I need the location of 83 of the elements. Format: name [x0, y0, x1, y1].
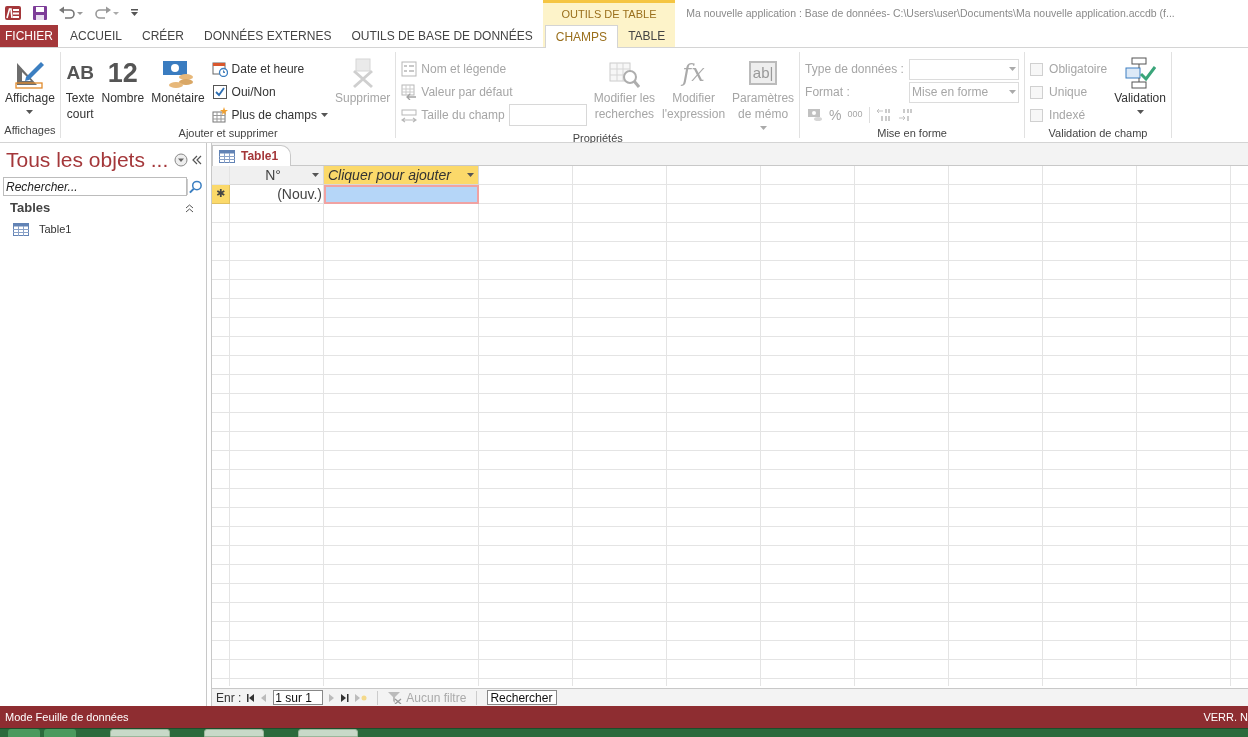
checkbox-tick-icon [211, 84, 228, 100]
collapse-pane-icon[interactable] [192, 155, 202, 165]
group-label: Mise en forme [876, 126, 948, 141]
search-field[interactable]: Rechercher... [3, 177, 187, 196]
section-header[interactable]: Tables [0, 197, 206, 219]
table-icon [219, 149, 235, 163]
taskbar-button[interactable] [110, 729, 170, 737]
ribbon-button[interactable]: 12 Nombre [98, 54, 148, 106]
group-label: Ajouter et supprimer [177, 126, 279, 141]
caret-icon [1136, 110, 1144, 114]
ribbon-tab[interactable]: CRÉER [132, 25, 195, 47]
search-icon[interactable] [187, 178, 203, 195]
checkbox-label: Indexé [1049, 107, 1086, 124]
caret-icon [759, 126, 767, 130]
glyph-icon: 12 [107, 52, 138, 94]
caret-icon [1009, 90, 1017, 94]
ribbon-button[interactable]: Affichage [2, 54, 58, 114]
window-title: Ma nouvelle application : Base de données- C:\Users\user\Documents\Ma nouvelle application.accdb (f... [686, 6, 1175, 21]
last-record-icon[interactable] [341, 693, 350, 702]
undo-icon[interactable] [58, 5, 84, 20]
resize-icon [401, 107, 418, 123]
record-selector[interactable]: ✱ [212, 185, 230, 204]
record-position-field[interactable]: 1 sur 1 [273, 690, 324, 705]
group-label: Validation de champ [1047, 126, 1149, 141]
next-record-icon[interactable] [329, 693, 336, 702]
input-field[interactable] [508, 104, 587, 126]
record-label: Enr : [216, 689, 242, 707]
table-icon [13, 223, 29, 236]
table-star-icon [211, 107, 228, 123]
redo-icon[interactable] [94, 5, 120, 20]
field-label: Format : [805, 84, 851, 101]
glyph-icon: ab| [748, 61, 778, 85]
new-record-icon[interactable] [355, 693, 368, 702]
save-icon[interactable] [32, 4, 48, 21]
dropdown-circle-icon[interactable] [174, 153, 188, 167]
status-indicator: VERR. N [1203, 709, 1248, 725]
search-field[interactable]: Rechercher [487, 690, 558, 705]
ribbon-button[interactable]: Plus de champs [211, 106, 328, 124]
group-label: Propriétés [571, 131, 624, 146]
ribbon-button[interactable]: Date et heure [211, 60, 305, 78]
database-logo-icon[interactable] [4, 3, 22, 22]
ribbon-tab[interactable]: ACCUEIL [60, 25, 132, 47]
previous-record-icon[interactable] [261, 693, 268, 702]
ribbon-button[interactable]: Oui/Non [211, 83, 276, 101]
table-cell[interactable] [324, 185, 479, 204]
filter-off-icon [388, 691, 403, 704]
taskbar-button[interactable] [44, 729, 76, 737]
first-record-icon[interactable] [247, 693, 256, 702]
taskbar-button[interactable] [298, 729, 358, 737]
list-icon [401, 61, 418, 77]
taskbar-button[interactable] [8, 729, 40, 737]
ribbon-tab[interactable]: CHAMPS [544, 25, 619, 48]
ribbon-tab[interactable]: TABLE [618, 25, 676, 47]
calendar-clock-icon [211, 61, 228, 77]
caret-icon [26, 110, 34, 114]
checkbox-label: Unique [1049, 84, 1088, 101]
ribbon-tab[interactable]: DONNÉES EXTERNES [194, 25, 342, 47]
contextual-tab-header: OUTILS DE TABLE [542, 0, 676, 26]
ribbon-tab[interactable]: OUTILS DE BASE DE DONNÉES [341, 25, 543, 47]
corner-cell[interactable] [212, 166, 230, 185]
checkbox-label: Obligatoire [1049, 61, 1108, 78]
flowchart-check-icon [1124, 57, 1157, 89]
ribbon-button[interactable]: Validation [1111, 54, 1169, 114]
caret-icon [312, 173, 319, 177]
group-label: Affichages [3, 123, 57, 138]
glyph-icon: fx [682, 55, 705, 91]
table-arrow-icon [401, 84, 418, 100]
nav-item[interactable]: Table1 [0, 219, 206, 240]
column-header[interactable]: Cliquer pour ajouter [324, 166, 479, 185]
file-tab[interactable]: FICHIER [0, 25, 58, 47]
pane-title: Tous les objets ... [6, 147, 170, 174]
caret-icon [1009, 67, 1017, 71]
column-header[interactable]: N° [230, 166, 324, 185]
taskbar-button[interactable] [204, 729, 264, 737]
document-tab[interactable]: Table1 [212, 145, 292, 166]
field-label: Type de données : [805, 61, 905, 78]
caret-icon [320, 113, 328, 117]
glyph-icon: AB [66, 58, 94, 88]
status-text: Mode Feuille de données [5, 709, 129, 725]
customize-toolbar-icon[interactable] [130, 7, 139, 18]
ribbon-button[interactable]: Monétaire [148, 54, 208, 106]
caret-icon [467, 173, 474, 177]
ribbon-button[interactable]: AB Texte court [62, 54, 98, 122]
